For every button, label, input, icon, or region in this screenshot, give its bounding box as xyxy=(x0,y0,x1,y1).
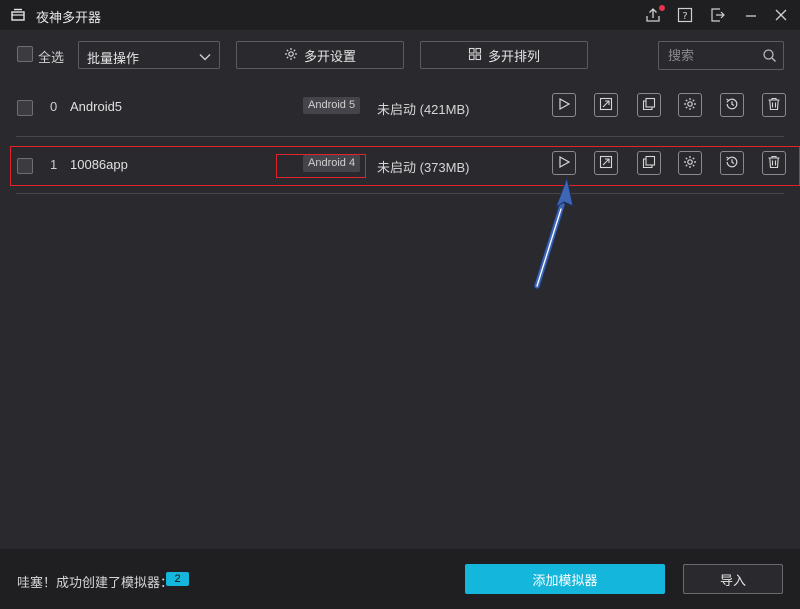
instance-name: Android5 xyxy=(70,99,123,114)
play-icon xyxy=(557,97,571,114)
row-highlight-box xyxy=(10,146,800,186)
row-checkbox[interactable] xyxy=(17,100,33,116)
backup-button[interactable] xyxy=(720,93,744,117)
title-bar: 夜神多开器 ? xyxy=(0,0,800,30)
import-button[interactable]: 导入 xyxy=(683,564,783,594)
copy-icon xyxy=(642,97,656,114)
start-button[interactable] xyxy=(552,93,576,117)
multi-settings-button[interactable]: 多开设置 xyxy=(236,41,404,69)
chevron-down-icon xyxy=(199,50,211,65)
settings-icon xyxy=(284,47,298,64)
multi-arrange-button[interactable]: 多开排列 xyxy=(420,41,588,69)
multi-settings-label: 多开设置 xyxy=(303,48,356,64)
shortcut-button[interactable] xyxy=(594,93,618,117)
select-all-label: 全选 xyxy=(38,50,65,65)
instance-index: 0 xyxy=(50,99,58,114)
shortcut-icon xyxy=(599,97,613,114)
arrange-icon xyxy=(468,47,482,64)
select-all-checkbox[interactable] xyxy=(17,46,33,62)
search-icon[interactable] xyxy=(762,48,777,66)
batch-operation-dropdown[interactable]: 批量操作 xyxy=(78,41,220,69)
backup-icon xyxy=(725,97,739,114)
delete-icon xyxy=(767,97,781,114)
minimize-icon[interactable] xyxy=(742,6,760,24)
upload-icon[interactable] xyxy=(644,5,665,24)
emulator-count-badge: 2 xyxy=(166,572,189,586)
instance-settings-button[interactable] xyxy=(678,93,702,117)
gear-icon xyxy=(683,97,697,114)
notification-dot xyxy=(659,5,665,11)
app-logo-icon xyxy=(11,8,25,21)
close-icon[interactable] xyxy=(772,6,790,24)
search-input[interactable] xyxy=(659,42,759,69)
row-divider xyxy=(16,193,784,194)
window-title: 夜神多开器 xyxy=(36,10,102,25)
instance-row: 0 Android5 Android 5 未启动 (421MB) xyxy=(0,84,800,132)
help-icon[interactable]: ? xyxy=(676,6,694,24)
multi-arrange-label: 多开排列 xyxy=(487,48,540,64)
version-highlight-box xyxy=(276,154,366,178)
svg-text:?: ? xyxy=(682,11,687,22)
status-message: 哇塞！成功创建了模拟器： xyxy=(17,575,174,590)
android-version-badge: Android 5 xyxy=(303,97,361,114)
instance-status: 未启动 (421MB) xyxy=(377,102,470,117)
delete-button[interactable] xyxy=(762,93,786,117)
row-divider xyxy=(16,136,784,137)
clone-button[interactable] xyxy=(637,93,661,117)
add-emulator-button[interactable]: 添加模拟器 xyxy=(465,564,665,594)
exit-icon[interactable] xyxy=(709,6,727,24)
batch-operation-value: 批量操作 xyxy=(87,51,140,66)
search-box xyxy=(658,41,784,70)
